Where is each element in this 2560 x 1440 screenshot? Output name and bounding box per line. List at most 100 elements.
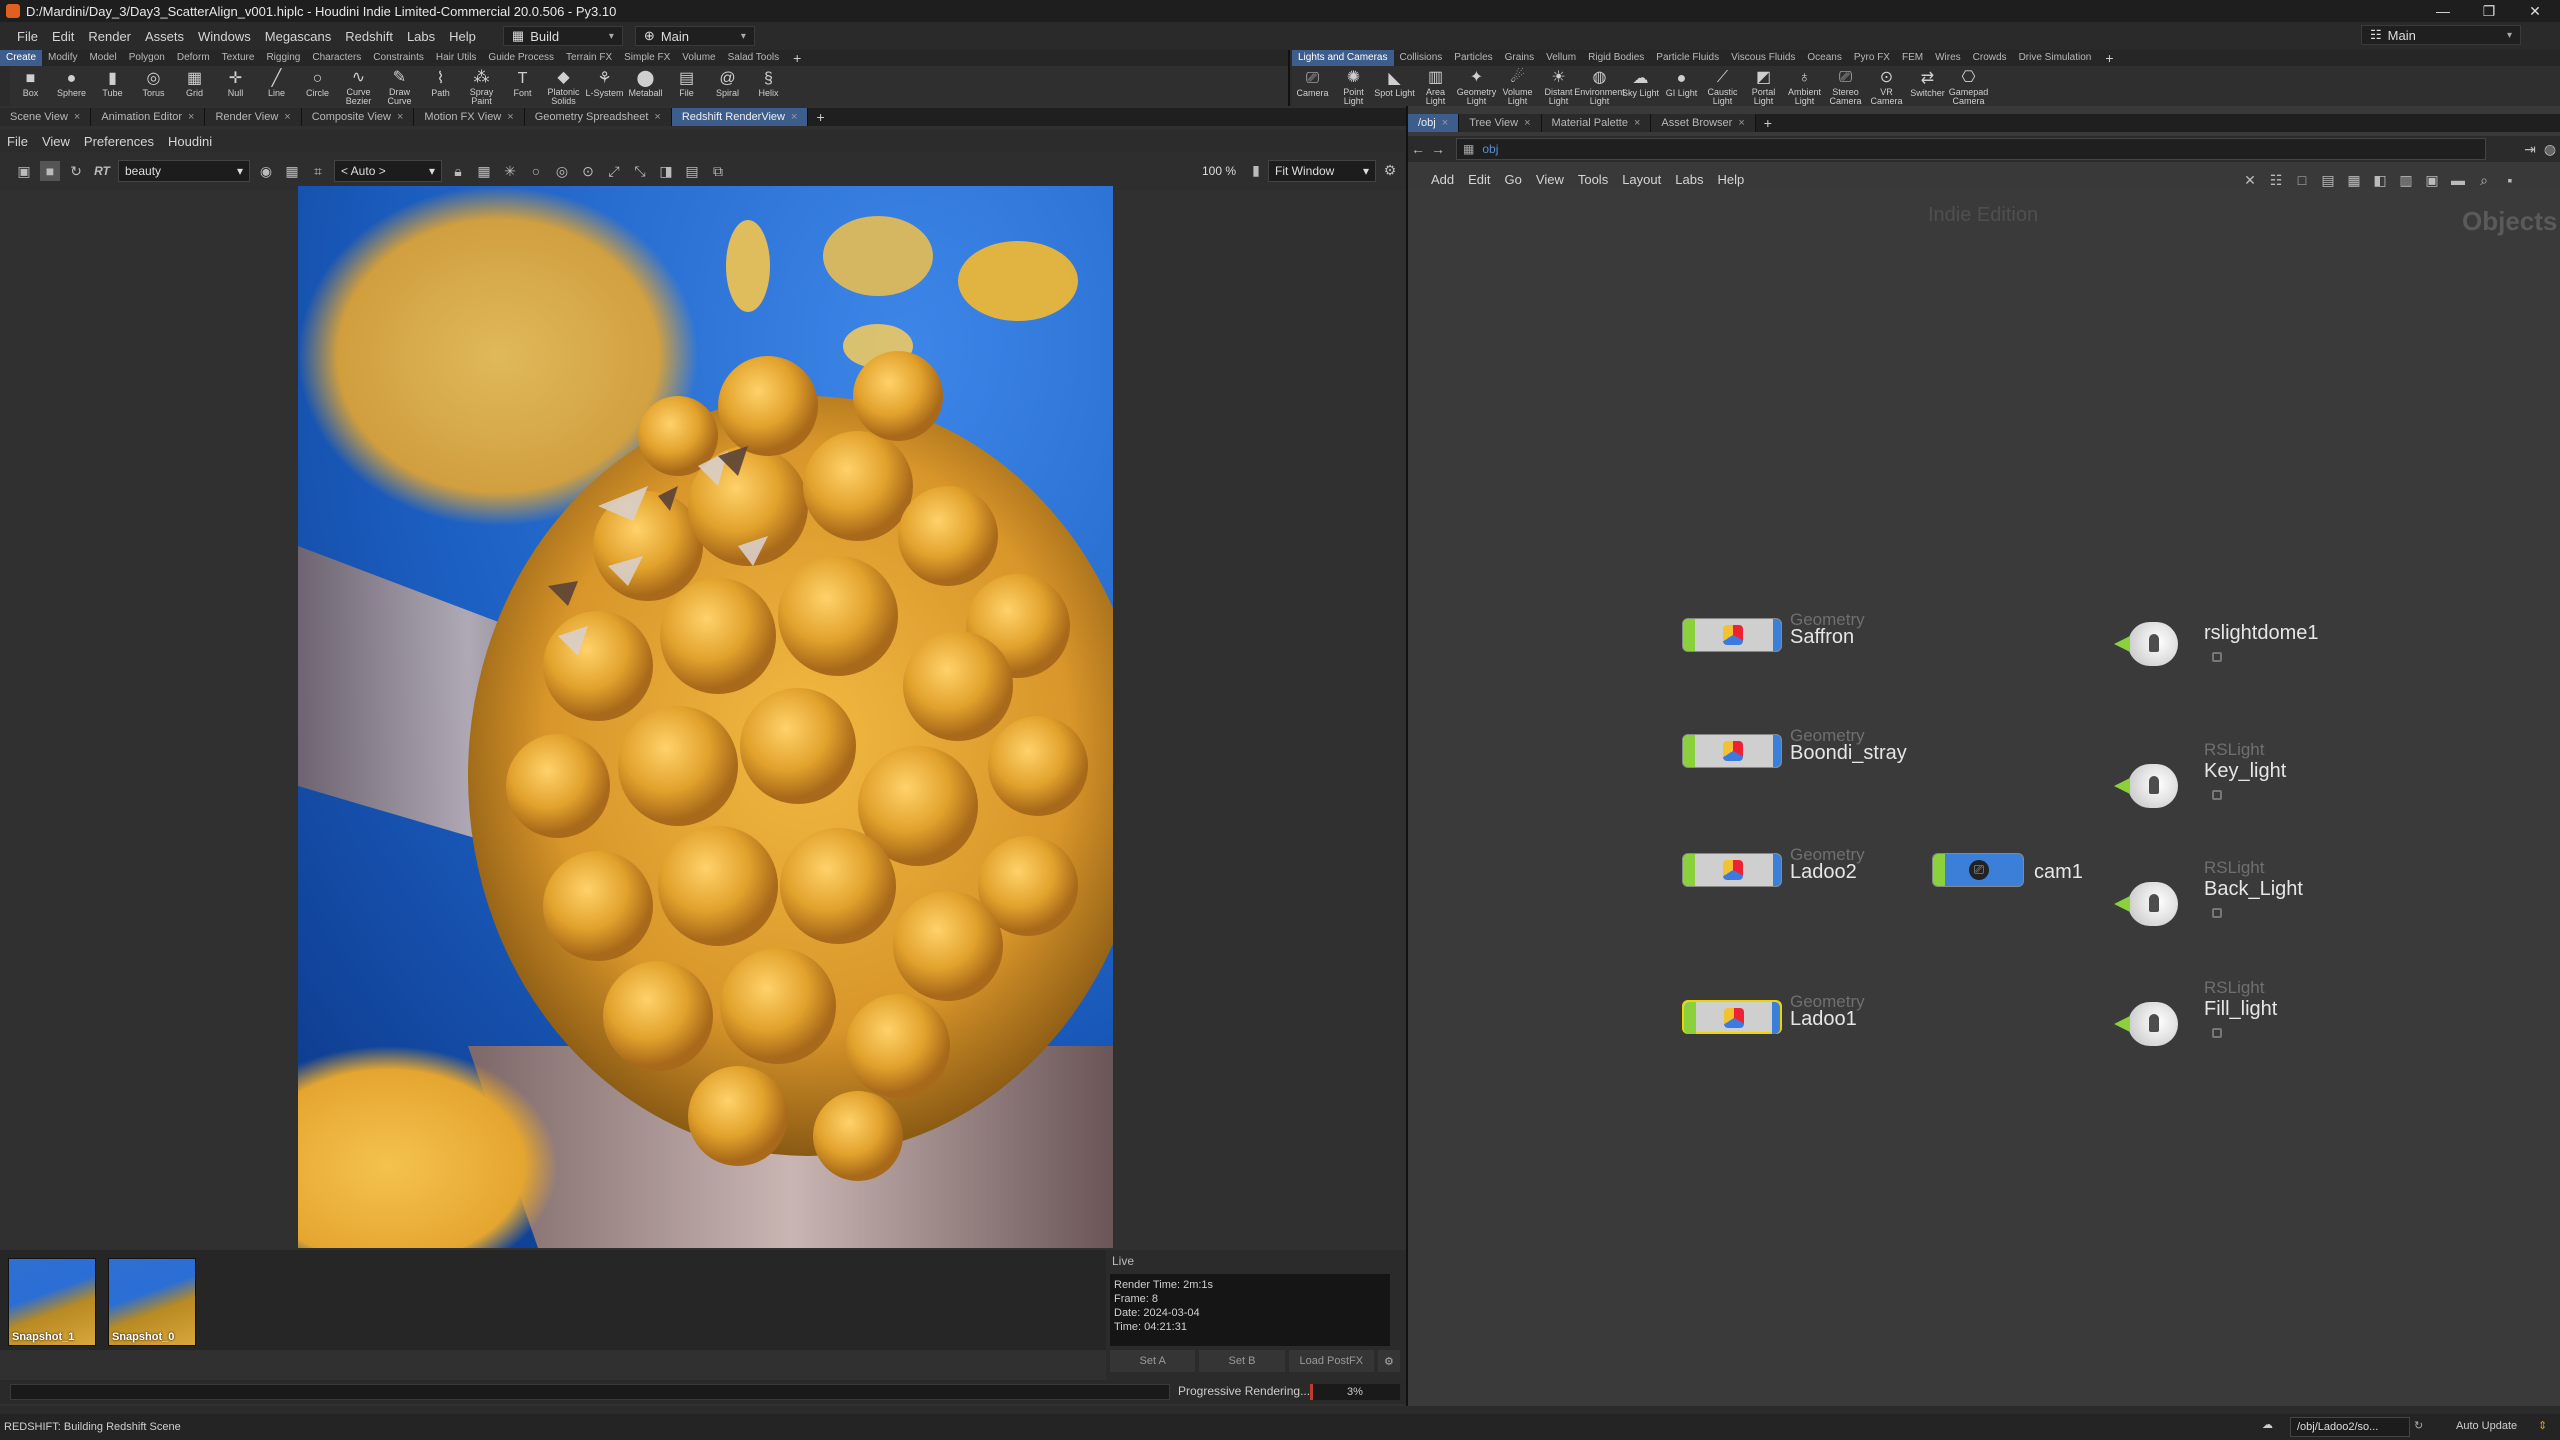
shelf-tab-drive-simulation[interactable]: Drive Simulation xyxy=(2013,50,2098,66)
fit-icon[interactable]: ⤢ xyxy=(604,161,624,181)
shelf-tool-helix[interactable]: § Helix xyxy=(748,66,789,106)
render-image[interactable] xyxy=(298,186,1113,1248)
shelf-tab-terrain-fx[interactable]: Terrain FX xyxy=(560,50,618,66)
menu-redshift[interactable]: Redshift xyxy=(338,29,400,44)
split-icon[interactable]: ▤ xyxy=(682,161,702,181)
net-menu-add[interactable]: Add xyxy=(1424,172,1461,187)
shelf-tool-l-system[interactable]: ⚘ L-System xyxy=(584,66,625,106)
sun-icon[interactable]: ✳ xyxy=(500,161,520,181)
chat-icon[interactable]: ☁ xyxy=(2262,1418,2280,1436)
help-icon[interactable]: ◍ xyxy=(2540,139,2560,159)
shelf-tab-salad-tools[interactable]: Salad Tools xyxy=(722,50,786,66)
net-menu-help[interactable]: Help xyxy=(1710,172,1751,187)
net-menu-view[interactable]: View xyxy=(1529,172,1571,187)
status-path[interactable]: /obj/Ladoo2/so... xyxy=(2290,1417,2410,1437)
shelf-tool-spray-paint[interactable]: ⁂ Spray Paint xyxy=(461,66,502,106)
shelf-tool-path[interactable]: ⌇ Path xyxy=(420,66,461,106)
shelf-tool-spot-light[interactable]: ◣ Spot Light xyxy=(1374,66,1415,106)
pane-tab-geometry-spreadsheet[interactable]: Geometry Spreadsheet × xyxy=(524,108,672,126)
set-b-button[interactable]: Set B xyxy=(1199,1350,1285,1372)
shelf-tab-constraints[interactable]: Constraints xyxy=(367,50,430,66)
copy-icon[interactable]: ⧉ xyxy=(708,161,728,181)
grid-icon[interactable]: ▦ xyxy=(474,161,494,181)
rt-toggle[interactable]: RT xyxy=(92,161,112,181)
refresh-render-icon[interactable]: ↻ xyxy=(66,161,86,181)
shelf-tab-vellum[interactable]: Vellum xyxy=(1540,50,1582,66)
node-rslightdome1[interactable]: rslightdome1 xyxy=(2108,610,2319,680)
menu-file[interactable]: File xyxy=(10,29,45,44)
shelf-tool-switcher[interactable]: ⇄ Switcher xyxy=(1907,66,1948,106)
fit-window-select[interactable]: Fit Window ▾ xyxy=(1268,160,1376,182)
desktop-dropdown[interactable]: ▦ Build ▾ xyxy=(502,26,623,46)
menu-help[interactable]: Help xyxy=(442,29,483,44)
shelf-tool-vr-camera[interactable]: ⊙ VR Camera xyxy=(1866,66,1907,106)
menu-assets[interactable]: Assets xyxy=(138,29,191,44)
pane-tab-asset-browser[interactable]: Asset Browser × xyxy=(1651,114,1756,132)
add-tab-icon[interactable]: + xyxy=(808,109,832,125)
auto-update-label[interactable]: Auto Update xyxy=(2456,1420,2517,1432)
shelf-tool-null[interactable]: ✛ Null xyxy=(215,66,256,106)
focus-icon[interactable]: ⊙ xyxy=(578,161,598,181)
back-arrow-icon[interactable]: ← xyxy=(1408,139,1428,159)
search-icon[interactable]: ○ xyxy=(526,161,546,181)
pane-tab-material-palette[interactable]: Material Palette × xyxy=(1541,114,1652,132)
main-context-dropdown[interactable]: ⊕ Main ▾ xyxy=(634,26,755,46)
shelf-tab-create[interactable]: Create xyxy=(0,50,43,66)
shelf-tab-guide-process[interactable]: Guide Process xyxy=(482,50,560,66)
shelf-tool-draw-curve[interactable]: ✎ Draw Curve xyxy=(379,66,420,106)
node-body[interactable] xyxy=(1682,618,1782,652)
display-icon[interactable]: ▪ xyxy=(2500,170,2520,190)
shelf-tab-simple-fx[interactable]: Simple FX xyxy=(618,50,676,66)
close-tab-icon[interactable]: × xyxy=(284,111,290,123)
resize-icon[interactable]: ⤡ xyxy=(630,161,650,181)
gear-icon[interactable]: ⚙ xyxy=(1380,160,1400,180)
menu-edit[interactable]: Edit xyxy=(45,29,81,44)
shelf-tab-rigid-bodies[interactable]: Rigid Bodies xyxy=(1582,50,1650,66)
shelf-tool-distant-light[interactable]: ☀ Distant Light xyxy=(1538,66,1579,106)
pane-tab-render-view[interactable]: Render View × xyxy=(205,108,302,126)
pane-tab-motion-fx-view[interactable]: Motion FX View × xyxy=(414,108,525,126)
shelf-tab-characters[interactable]: Characters xyxy=(306,50,367,66)
shelf-tool-circle[interactable]: ○ Circle xyxy=(297,66,338,106)
compare-icon[interactable]: ◨ xyxy=(656,161,676,181)
light-bulb-icon[interactable] xyxy=(2114,1002,2178,1046)
node-name[interactable]: Key_light xyxy=(2204,760,2286,783)
shelf-tool-volume-light[interactable]: ☄ Volume Light xyxy=(1497,66,1538,106)
close-tab-icon[interactable]: × xyxy=(654,111,660,123)
close-tab-icon[interactable]: × xyxy=(188,111,194,123)
light-bulb-icon[interactable] xyxy=(2114,882,2178,926)
node-name[interactable]: Ladoo1 xyxy=(1790,1008,1857,1031)
wrench-icon[interactable]: ✕ xyxy=(2240,170,2260,190)
pin-icon[interactable]: ⇥ xyxy=(2520,139,2540,159)
pane-tab-tree-view[interactable]: Tree View × xyxy=(1459,114,1542,132)
close-tab-icon[interactable]: × xyxy=(1442,117,1448,129)
shelf-tool-caustic-light[interactable]: ⟋ Caustic Light xyxy=(1702,66,1743,106)
shelf-tab-wires[interactable]: Wires xyxy=(1929,50,1967,66)
close-tab-icon[interactable]: × xyxy=(1738,117,1744,129)
shelf-tool-grid[interactable]: ▦ Grid xyxy=(174,66,215,106)
add-tab-icon[interactable]: + xyxy=(2097,50,2121,66)
node-name[interactable]: Boondi_stray xyxy=(1790,742,1907,765)
camera-select[interactable]: < Auto > ▾ xyxy=(334,160,442,182)
close-tab-icon[interactable]: × xyxy=(1524,117,1530,129)
shelf-tool-file[interactable]: ▤ File xyxy=(666,66,707,106)
rv-menu-preferences[interactable]: Preferences xyxy=(77,134,161,149)
pixel-grid-icon[interactable]: ▦ xyxy=(282,161,302,181)
shelf-tab-fem[interactable]: FEM xyxy=(1896,50,1929,66)
network-canvas[interactable]: Indie Edition Objects Geometry Saffron G… xyxy=(1408,190,2560,1406)
shelf-tool-camera[interactable]: ⎚ Camera xyxy=(1292,66,1333,106)
tree-icon[interactable]: ☷ xyxy=(2266,170,2286,190)
menu-render[interactable]: Render xyxy=(81,29,138,44)
zoom-spin-icon[interactable]: ▮ xyxy=(1246,160,1266,180)
node-key-light[interactable]: RSLight Key_light xyxy=(2108,740,2286,822)
shelf-tab-hair-utils[interactable]: Hair Utils xyxy=(430,50,483,66)
shelf-tab-model[interactable]: Model xyxy=(83,50,122,66)
shelf-tab-rigging[interactable]: Rigging xyxy=(260,50,306,66)
close-tab-icon[interactable]: × xyxy=(1634,117,1640,129)
list-view-icon[interactable]: ▤ xyxy=(2318,170,2338,190)
shelf-tool-metaball[interactable]: ⬤ Metaball xyxy=(625,66,666,106)
shelf-tool-geometry-light[interactable]: ✦ Geometry Light xyxy=(1456,66,1497,106)
close-button[interactable]: ✕ xyxy=(2512,0,2558,22)
node-name[interactable]: Fill_light xyxy=(2204,998,2277,1021)
shelf-tab-particle-fluids[interactable]: Particle Fluids xyxy=(1650,50,1725,66)
